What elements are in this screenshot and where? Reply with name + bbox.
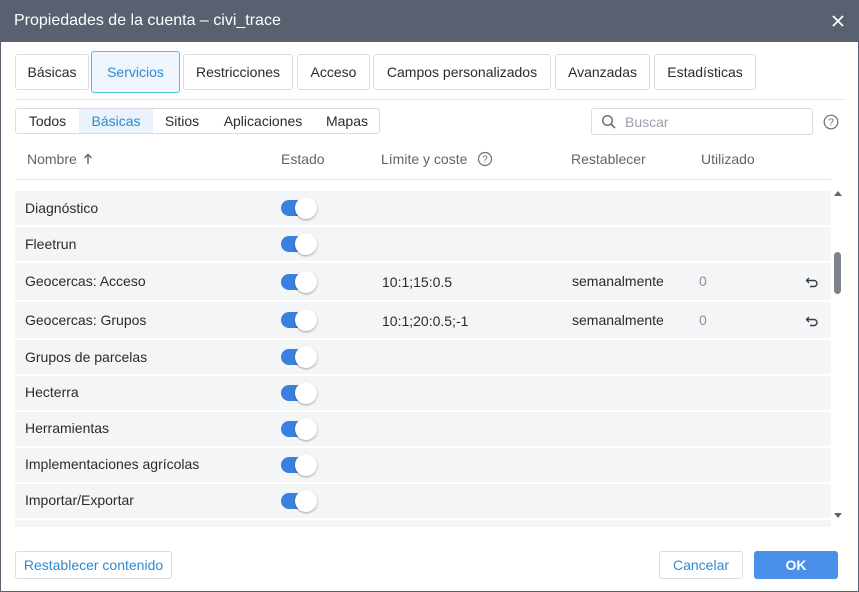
service-toggle[interactable] — [281, 382, 317, 404]
limit-help-icon[interactable]: ? — [477, 151, 493, 167]
service-name: Diagnóstico — [25, 200, 99, 216]
dialog-title: Propiedades de la cuenta – civi_trace — [14, 12, 281, 29]
header-limit: Límite y coste ? — [381, 151, 493, 167]
undo-icon[interactable] — [805, 275, 819, 289]
table-header: Nombre Estado Límite y coste ? Restablec… — [15, 141, 831, 180]
service-toggle[interactable] — [281, 271, 317, 293]
help-icon[interactable]: ? — [823, 114, 839, 130]
table-row: Fleetrun — [15, 227, 831, 261]
scroll-up-arrow-icon[interactable] — [833, 189, 843, 197]
service-toggle[interactable] — [281, 490, 317, 512]
service-reset-period: semanalmente — [572, 312, 664, 328]
service-name: Fleetrun — [25, 236, 77, 252]
table-row: Diagnóstico — [15, 191, 831, 225]
service-name: Importar/Exportar — [25, 492, 134, 508]
table-row: Grupos de parcelas — [15, 340, 831, 374]
toggle-knob — [295, 454, 317, 476]
search-box — [591, 108, 813, 135]
service-name: Grupos de parcelas — [25, 349, 148, 365]
service-used: 0 — [699, 273, 707, 289]
close-icon[interactable] — [830, 13, 846, 29]
service-toggle[interactable] — [281, 197, 317, 219]
header-name[interactable]: Nombre — [27, 151, 93, 167]
search-icon — [601, 114, 616, 129]
toggle-knob — [295, 309, 317, 331]
service-toggle[interactable] — [281, 233, 317, 255]
tab-restricciones[interactable]: Restricciones — [183, 54, 293, 90]
svg-text:?: ? — [828, 118, 834, 129]
toggle-knob — [295, 346, 317, 368]
tab-servicios[interactable]: Servicios — [91, 51, 180, 93]
table-row: Geocercas: Acceso 10:1;15:0.5 semanalmen… — [15, 263, 831, 300]
service-name: Herramientas — [25, 420, 110, 436]
toggle-knob — [295, 382, 317, 404]
services-table-body: Diagnóstico Fleetrun Geocercas: Acceso 1… — [15, 187, 831, 527]
svg-text:?: ? — [483, 155, 489, 166]
service-toggle[interactable] — [281, 346, 317, 368]
subtab-sitios[interactable]: Sitios — [153, 109, 211, 133]
service-toggle[interactable] — [281, 418, 317, 440]
undo-icon[interactable] — [805, 314, 819, 328]
tabs-divider — [15, 99, 844, 100]
service-toggle[interactable] — [281, 454, 317, 476]
account-properties-dialog: Propiedades de la cuenta – civi_trace Bá… — [0, 0, 859, 592]
service-name: Geocercas: Acceso — [25, 273, 146, 289]
table-row: Geocercas: Grupos 10:1;20:0.5;-1 semanal… — [15, 302, 831, 338]
toggle-knob — [295, 233, 317, 255]
search-input[interactable] — [623, 112, 807, 131]
subtab-todos[interactable]: Todos — [16, 109, 79, 133]
subtab-aplicaciones[interactable]: Aplicaciones — [211, 109, 315, 133]
service-name: Hecterra — [25, 384, 79, 400]
service-limit: 10:1;15:0.5 — [382, 274, 453, 290]
sort-arrow-up-icon — [83, 153, 92, 164]
toggle-knob — [295, 418, 317, 440]
toggle-knob — [295, 490, 317, 512]
subtab-mapas[interactable]: Mapas — [315, 109, 379, 133]
header-limit-label: Límite y coste — [381, 151, 468, 167]
tab-basicas[interactable]: Básicas — [15, 54, 89, 90]
service-filter-tabs: Todos Básicas Sitios Aplicaciones Mapas — [15, 108, 380, 134]
table-row: Importar/Exportar — [15, 484, 831, 518]
service-name: Geocercas: Grupos — [25, 312, 147, 328]
header-name-label: Nombre — [27, 151, 77, 167]
tab-campos-personalizados[interactable]: Campos personalizados — [373, 54, 551, 90]
subtab-basicas[interactable]: Básicas — [79, 109, 153, 133]
toggle-knob — [295, 197, 317, 219]
tab-avanzadas[interactable]: Avanzadas — [555, 54, 650, 90]
tab-acceso[interactable]: Acceso — [297, 54, 370, 90]
service-name: Implementaciones agrícolas — [25, 456, 200, 472]
table-row-partial — [15, 520, 831, 527]
service-used: 0 — [699, 312, 707, 328]
header-status: Estado — [281, 151, 325, 167]
reset-content-button[interactable]: Restablecer contenido — [15, 551, 172, 579]
scrollbar-thumb[interactable] — [834, 252, 841, 294]
service-toggle[interactable] — [281, 309, 317, 331]
table-row: Hecterra — [15, 376, 831, 410]
tab-estadisticas[interactable]: Estadísticas — [654, 54, 756, 90]
scroll-down-arrow-icon[interactable] — [833, 512, 843, 520]
toggle-knob — [295, 271, 317, 293]
service-reset-period: semanalmente — [572, 273, 664, 289]
service-limit: 10:1;20:0.5;-1 — [382, 313, 469, 329]
titlebar: Propiedades de la cuenta – civi_trace — [1, 1, 858, 42]
header-used: Utilizado — [701, 151, 755, 167]
header-reset: Restablecer — [571, 151, 646, 167]
table-row: Herramientas — [15, 412, 831, 446]
table-row: Implementaciones agrícolas — [15, 448, 831, 482]
cancel-button[interactable]: Cancelar — [659, 551, 743, 579]
ok-button[interactable]: OK — [754, 551, 838, 579]
